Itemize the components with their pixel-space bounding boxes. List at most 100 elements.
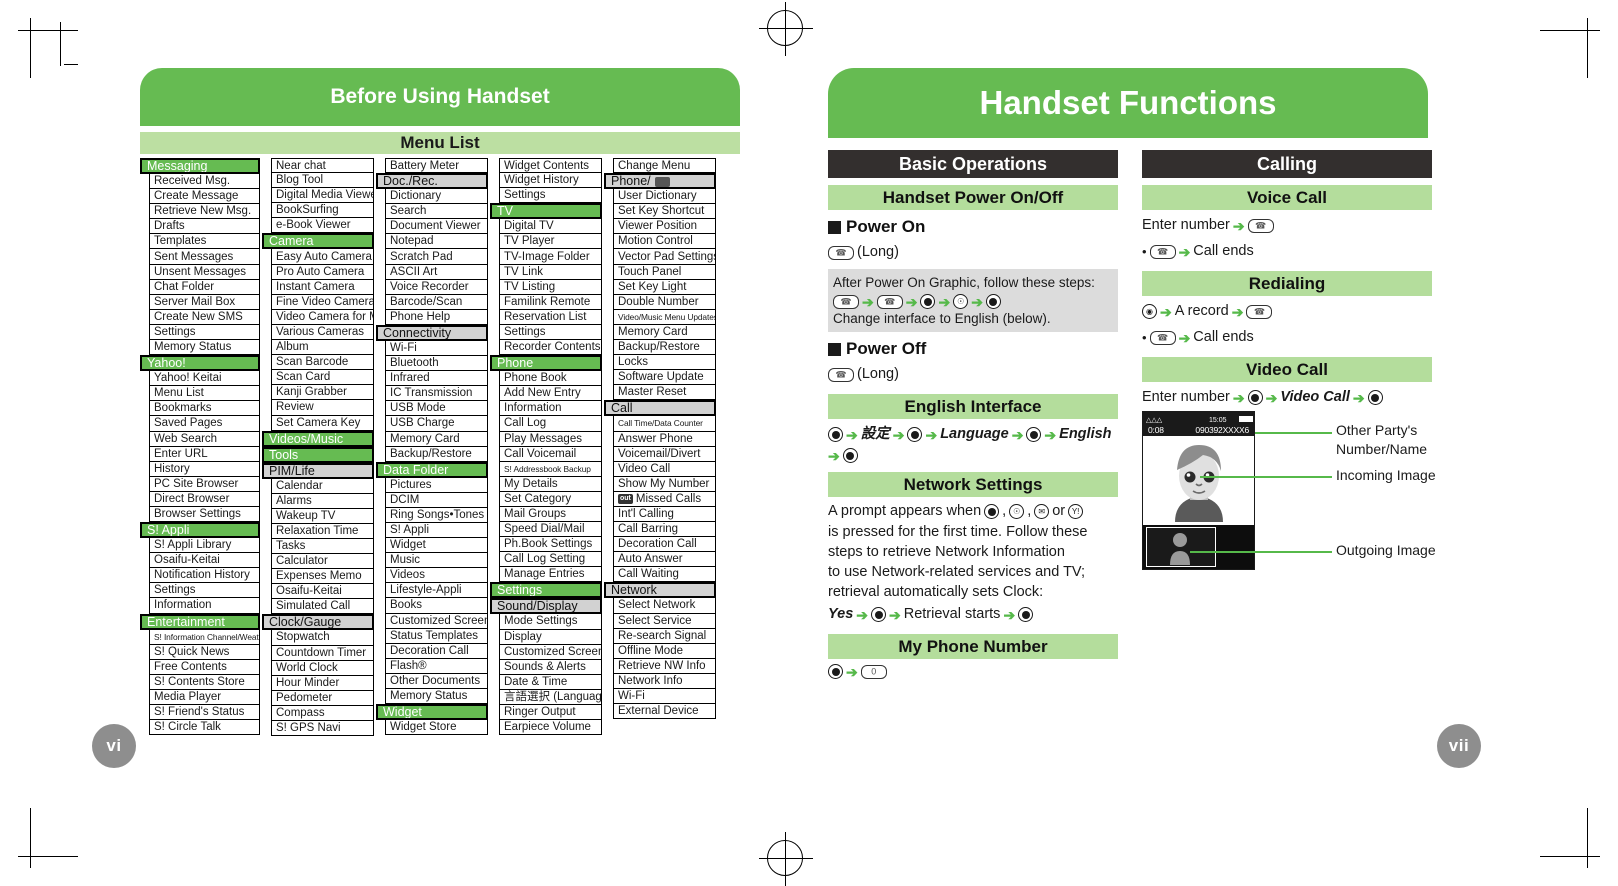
- menu-item-usb-mode[interactable]: USB Mode: [385, 401, 488, 417]
- menu-category-sound-display[interactable]: Sound/Display: [490, 598, 602, 615]
- menu-item-other-documents[interactable]: Other Documents: [385, 673, 488, 689]
- menu-item-video-camera-for-mail[interactable]: Video Camera for Mail: [271, 309, 374, 325]
- menu-item-near-chat[interactable]: Near chat: [271, 158, 374, 174]
- menu-item-s-friend-s-status[interactable]: S! Friend's Status: [149, 705, 260, 721]
- menu-item-countdown-timer[interactable]: Countdown Timer: [271, 645, 374, 661]
- menu-item-lifestyle-appli[interactable]: Lifestyle-Appli: [385, 583, 488, 599]
- menu-item-s-appli-library[interactable]: S! Appli Library: [149, 538, 260, 554]
- menu-category-camera[interactable]: Camera: [262, 233, 374, 250]
- menu-item-call-log-setting[interactable]: Call Log Setting: [499, 552, 602, 568]
- menu-item-infrared[interactable]: Infrared: [385, 371, 488, 387]
- menu-item-missed-calls[interactable]: out Missed Calls: [613, 491, 716, 507]
- menu-item-tv-listing[interactable]: TV Listing: [499, 279, 602, 295]
- menu-item-widget-history[interactable]: Widget History: [499, 173, 602, 189]
- menu-item-reservation-list[interactable]: Reservation List: [499, 309, 602, 325]
- menu-item-memory-status[interactable]: Memory Status: [385, 689, 488, 705]
- menu-item-calculator[interactable]: Calculator: [271, 554, 374, 570]
- menu-item-show-my-number[interactable]: Show My Number: [613, 476, 716, 492]
- menu-item-s-addressbook-backup[interactable]: S! Addressbook Backup: [499, 461, 602, 477]
- menu-item-pedometer[interactable]: Pedometer: [271, 690, 374, 706]
- menu-item-document-viewer[interactable]: Document Viewer: [385, 219, 488, 235]
- menu-item-widget-store[interactable]: Widget Store: [385, 720, 488, 736]
- menu-item-templates[interactable]: Templates: [149, 234, 260, 250]
- menu-item-tv-link[interactable]: TV Link: [499, 264, 602, 280]
- menu-item-ic-transmission[interactable]: IC Transmission: [385, 386, 488, 402]
- menu-item-bookmarks[interactable]: Bookmarks: [149, 401, 260, 417]
- menu-item-blog-tool[interactable]: Blog Tool: [271, 173, 374, 189]
- menu-item-network-info[interactable]: Network Info: [613, 673, 716, 689]
- menu-item-direct-browser[interactable]: Direct Browser: [149, 491, 260, 507]
- menu-item-call-time-data-counter[interactable]: Call Time/Data Counter: [613, 416, 716, 432]
- menu-item-call-log[interactable]: Call Log: [499, 416, 602, 432]
- menu-item-video-call[interactable]: Video Call: [613, 461, 716, 477]
- menu-item-external-device[interactable]: External Device: [613, 704, 716, 720]
- menu-item-speed-dial-mail[interactable]: Speed Dial/Mail: [499, 522, 602, 538]
- menu-item-free-contents[interactable]: Free Contents: [149, 659, 260, 675]
- menu-item-wakeup-tv[interactable]: Wakeup TV: [271, 508, 374, 524]
- menu-item-select-network[interactable]: Select Network: [613, 598, 716, 614]
- menu-item-tv-image-folder[interactable]: TV-Image Folder: [499, 249, 602, 265]
- menu-item-osaifu-keitai[interactable]: Osaifu-Keitai: [271, 584, 374, 600]
- menu-item-media-player[interactable]: Media Player: [149, 689, 260, 705]
- menu-item-pc-site-browser[interactable]: PC Site Browser: [149, 476, 260, 492]
- menu-item-drafts[interactable]: Drafts: [149, 219, 260, 235]
- menu-item-tv-player[interactable]: TV Player: [499, 234, 602, 250]
- menu-item-ring-songs-tones[interactable]: Ring Songs•Tones: [385, 507, 488, 523]
- menu-item-various-cameras[interactable]: Various Cameras: [271, 324, 374, 341]
- menu-item-saved-pages[interactable]: Saved Pages: [149, 416, 260, 432]
- menu-item-backup-restore[interactable]: Backup/Restore: [613, 340, 716, 356]
- menu-item-settings[interactable]: Settings: [499, 324, 602, 341]
- menu-item-call-waiting[interactable]: Call Waiting: [613, 567, 716, 583]
- menu-item-kanji-grabber[interactable]: Kanji Grabber: [271, 385, 374, 401]
- menu-category-videos-music[interactable]: Videos/Music: [262, 430, 374, 447]
- menu-item-pro-auto-camera[interactable]: Pro Auto Camera: [271, 264, 374, 280]
- menu-item-web-search[interactable]: Web Search: [149, 431, 260, 447]
- menu-item-wi-fi[interactable]: Wi-Fi: [385, 340, 488, 357]
- menu-item-recorder-contents[interactable]: Recorder Contents: [499, 340, 602, 356]
- menu-category-tv[interactable]: TV: [490, 203, 602, 220]
- menu-item-familink-remote[interactable]: Familink Remote: [499, 294, 602, 310]
- menu-item-information[interactable]: Information: [499, 401, 602, 417]
- menu-item-barcode-scan[interactable]: Barcode/Scan: [385, 294, 488, 310]
- menu-item-server-mail-box[interactable]: Server Mail Box: [149, 294, 260, 310]
- menu-item-add-new-entry[interactable]: Add New Entry: [499, 386, 602, 402]
- menu-item-flash[interactable]: Flash®: [385, 658, 488, 674]
- menu-item-motion-control[interactable]: Motion Control: [613, 234, 716, 250]
- menu-item-mode-settings[interactable]: Mode Settings: [499, 614, 602, 630]
- menu-item-s-information-channel-weather[interactable]: S! Information Channel/Weather: [149, 629, 260, 645]
- menu-item-history[interactable]: History: [149, 461, 260, 477]
- menu-category-network[interactable]: Network: [604, 582, 716, 599]
- menu-item-information[interactable]: Information: [149, 598, 260, 614]
- menu-item-pictures[interactable]: Pictures: [385, 477, 488, 493]
- menu-item-yahoo-keitai[interactable]: Yahoo! Keitai: [149, 371, 260, 387]
- menu-item-s-gps-navi[interactable]: S! GPS Navi: [271, 721, 374, 737]
- menu-item-settings[interactable]: Settings: [149, 324, 260, 341]
- menu-item-alarms[interactable]: Alarms: [271, 493, 374, 509]
- menu-item-set-camera-key[interactable]: Set Camera Key: [271, 415, 374, 431]
- menu-category-entertainment[interactable]: Entertainment: [140, 613, 260, 630]
- menu-item-create-new-sms[interactable]: Create New SMS: [149, 309, 260, 325]
- menu-item-expenses-memo[interactable]: Expenses Memo: [271, 569, 374, 585]
- menu-item-re-search-signal[interactable]: Re-search Signal: [613, 628, 716, 644]
- menu-item-auto-answer[interactable]: Auto Answer: [613, 552, 716, 568]
- menu-item-osaifu-keitai[interactable]: Osaifu-Keitai: [149, 553, 260, 569]
- menu-category-doc-rec[interactable]: Doc./Rec.: [376, 173, 488, 190]
- menu-item-review[interactable]: Review: [271, 400, 374, 416]
- menu-category-phone[interactable]: Phone: [490, 355, 602, 372]
- menu-item-easy-auto-camera[interactable]: Easy Auto Camera: [271, 249, 374, 265]
- menu-category-call[interactable]: Call: [604, 400, 716, 417]
- menu-item-widget[interactable]: Widget: [385, 538, 488, 554]
- menu-item-calendar[interactable]: Calendar: [271, 478, 374, 494]
- menu-item-retrieve-new-msg[interactable]: Retrieve New Msg.: [149, 204, 260, 220]
- menu-item-memory-card[interactable]: Memory Card: [385, 431, 488, 447]
- menu-category-tools[interactable]: Tools: [262, 446, 374, 463]
- menu-item-settings[interactable]: Settings: [499, 188, 602, 204]
- menu-item-decoration-call[interactable]: Decoration Call: [385, 643, 488, 659]
- menu-item-earpiece-volume[interactable]: Earpiece Volume: [499, 720, 602, 736]
- menu-item-music[interactable]: Music: [385, 553, 488, 569]
- menu-item-e-book-viewer[interactable]: e-Book Viewer: [271, 218, 374, 234]
- menu-item-customized-screen[interactable]: Customized Screen: [385, 613, 488, 629]
- menu-item-world-clock[interactable]: World Clock: [271, 660, 374, 676]
- menu-item-s-quick-news[interactable]: S! Quick News: [149, 644, 260, 660]
- menu-item-set-key-shortcut[interactable]: Set Key Shortcut: [613, 204, 716, 220]
